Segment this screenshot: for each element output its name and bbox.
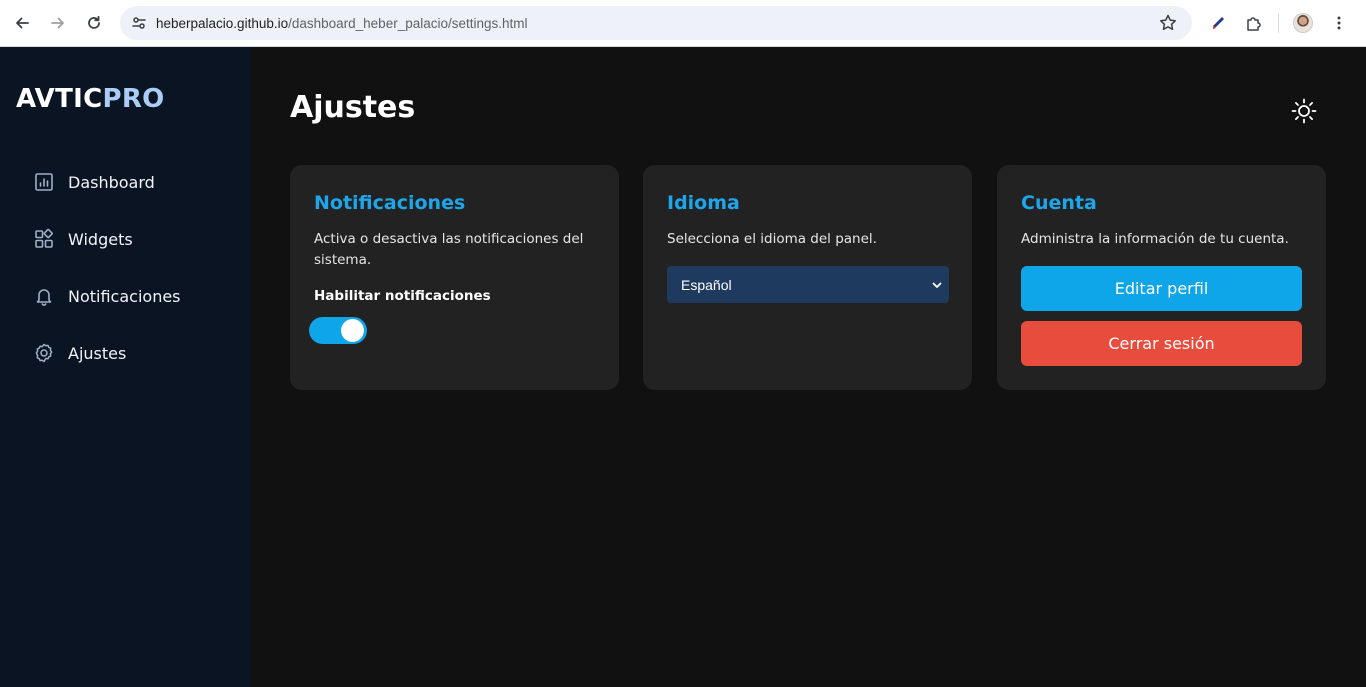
toggle-knob (341, 319, 364, 342)
sidebar-item-notificaciones[interactable]: Notificaciones (32, 281, 181, 311)
sidebar-item-label: Notificaciones (68, 286, 181, 306)
avatar (1293, 13, 1313, 33)
sidebar-item-dashboard[interactable]: Dashboard (32, 167, 155, 197)
sidebar-item-label: Dashboard (68, 172, 155, 192)
pen-icon (1213, 17, 1224, 29)
edit-profile-button[interactable]: Editar perfil (1021, 266, 1302, 311)
card-title: Cuenta (1021, 192, 1097, 214)
arrow-left-icon (16, 17, 29, 29)
card-title: Notificaciones (314, 192, 466, 214)
extensions-button[interactable] (1236, 6, 1272, 40)
logout-button[interactable]: Cerrar sesión (1021, 321, 1302, 366)
url-text: heberpalacio.github.io/dashboard_heber_p… (156, 16, 528, 31)
browser-toolbar: heberpalacio.github.io/dashboard_heber_p… (0, 0, 1366, 47)
widgets-icon (32, 227, 56, 251)
notifications-card: Notificaciones Activa o desactiva las no… (290, 165, 619, 390)
sidebar: AVTICPRO Dashboard Widgets Notificacione… (0, 47, 251, 687)
site-info-icon[interactable] (122, 6, 156, 40)
kebab-menu-icon (1337, 16, 1341, 30)
toggle-label: Habilitar notificaciones (314, 288, 491, 304)
bar-chart-icon (32, 170, 56, 194)
page-title: Ajustes (290, 90, 416, 125)
language-select-value: Español (681, 276, 732, 293)
card-description: Activa o desactiva las notificaciones de… (314, 231, 584, 268)
card-title: Idioma (667, 192, 740, 214)
chevron-down-icon (932, 282, 942, 288)
url-path: /dashboard_heber_palacio/settings.html (288, 15, 528, 31)
address-bar[interactable]: heberpalacio.github.io/dashboard_heber_p… (120, 6, 1192, 40)
language-select[interactable]: Español (667, 266, 949, 303)
toolbar-separator (1278, 13, 1279, 33)
back-button[interactable] (4, 5, 40, 41)
arrow-right-icon (51, 17, 64, 29)
brand-logo[interactable]: AVTICPRO (16, 84, 165, 114)
forward-button[interactable] (40, 5, 76, 41)
theme-toggle-button[interactable] (1289, 96, 1319, 126)
notifications-toggle[interactable] (309, 317, 367, 344)
bookmark-star-icon[interactable] (1158, 13, 1178, 33)
sidebar-item-label: Ajustes (68, 343, 127, 363)
sidebar-item-widgets[interactable]: Widgets (32, 224, 133, 254)
bell-icon (32, 284, 56, 308)
card-description: Selecciona el idioma del panel. (667, 231, 877, 247)
profile-button[interactable] (1285, 6, 1321, 40)
sidebar-item-label: Widgets (68, 229, 133, 249)
reload-icon (88, 15, 100, 29)
puzzle-icon (1247, 17, 1261, 31)
sidebar-item-ajustes[interactable]: Ajustes (32, 338, 126, 368)
card-description: Administra la información de tu cuenta. (1021, 231, 1289, 247)
account-card: Cuenta Administra la información de tu c… (997, 165, 1326, 390)
menu-button[interactable] (1321, 6, 1357, 40)
sun-icon (1291, 98, 1317, 124)
extension-pen-button[interactable] (1200, 6, 1236, 40)
language-card: Idioma Selecciona el idioma del panel. E… (643, 165, 972, 390)
extensions-area (1200, 6, 1357, 40)
gear-icon (32, 341, 56, 365)
url-host: heberpalacio.github.io (156, 15, 289, 31)
brand-accent: PRO (102, 84, 165, 114)
brand-primary: AVTIC (16, 84, 103, 114)
reload-button[interactable] (76, 5, 112, 41)
